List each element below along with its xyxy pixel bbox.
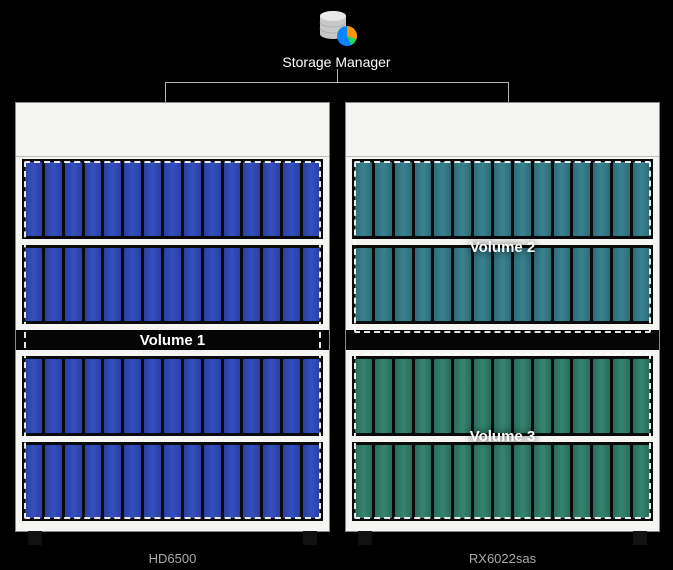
rack-top-panel	[16, 103, 329, 157]
rack-foot	[633, 531, 647, 545]
unit-model-right: RX6022sas	[345, 551, 660, 566]
rack-top-panel	[346, 103, 659, 157]
drive-bays	[352, 159, 653, 521]
storage-manager-title: Storage Manager	[282, 54, 390, 70]
storage-unit-left: Volume 1	[15, 102, 330, 532]
rack-foot	[28, 531, 42, 545]
storage-manager-header: Storage Manager	[0, 8, 673, 70]
rack-divider	[346, 330, 659, 350]
rack-foot	[303, 531, 317, 545]
storage-manager-icon	[315, 8, 359, 48]
unit-model-left: HD6500	[15, 551, 330, 566]
storage-unit-right: Volume 2 Volume 3	[345, 102, 660, 532]
rack-foot	[358, 531, 372, 545]
rack-divider	[16, 330, 329, 350]
drive-bays	[22, 159, 323, 521]
connector-line	[165, 82, 509, 102]
